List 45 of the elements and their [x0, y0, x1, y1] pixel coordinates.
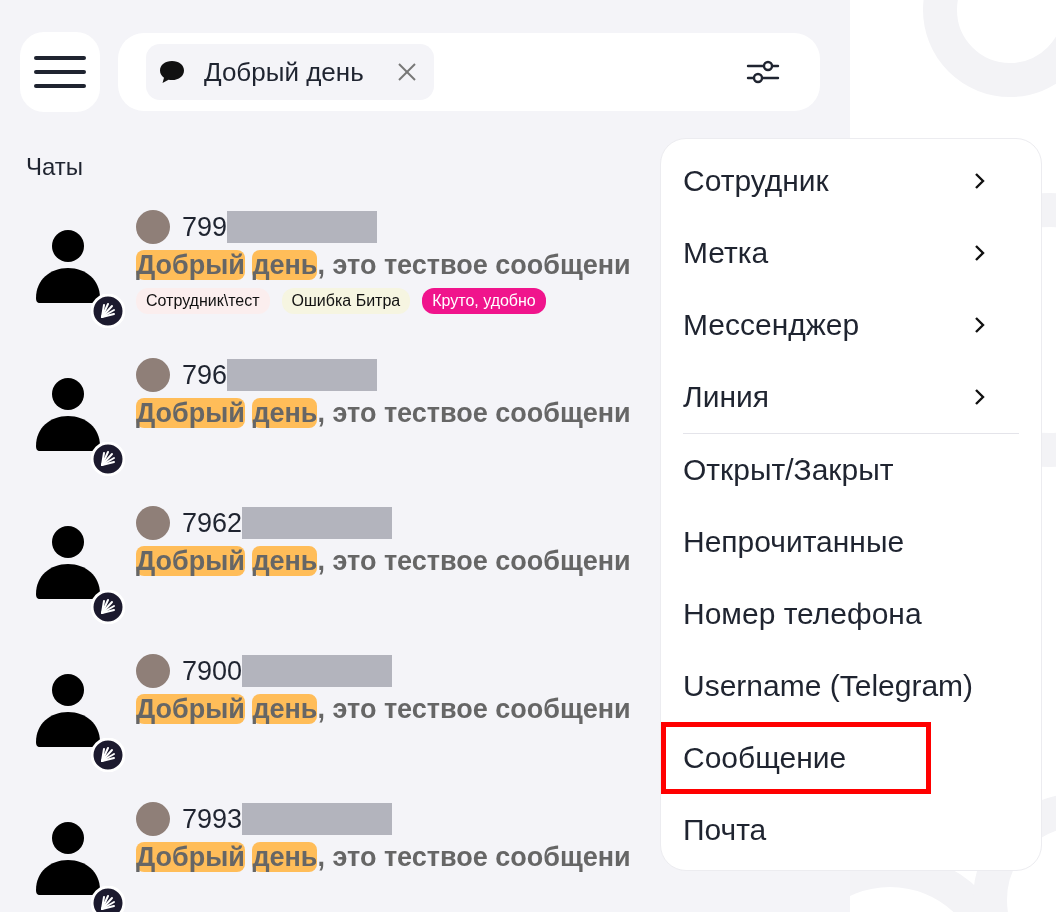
filter-menu-item[interactable]: Линия — [683, 361, 1023, 433]
chat-name: 7962 — [182, 507, 243, 539]
menu-icon — [34, 55, 86, 89]
message-preview: Добрый день, это тествое сообщени — [136, 841, 631, 874]
messenger-badge-icon — [91, 738, 125, 772]
messenger-badge-icon — [91, 590, 125, 624]
chevron-right-icon — [973, 315, 987, 335]
filter-menu-item[interactable]: Непрочитанные — [683, 506, 1023, 578]
photo-placeholder — [136, 358, 170, 392]
chat-name: 799 — [182, 211, 228, 243]
close-icon[interactable] — [395, 61, 418, 83]
chat-bubble-icon — [158, 59, 186, 85]
message-preview: Добрый день, это тествое сообщени — [136, 249, 631, 282]
chevron-right-icon — [973, 387, 987, 407]
photo-placeholder — [136, 210, 170, 244]
filter-sliders-icon[interactable] — [746, 58, 780, 86]
filter-menu-item[interactable]: Сообщение — [661, 722, 931, 794]
filter-menu-item[interactable]: Мессенджер — [683, 289, 1023, 361]
filter-menu-item[interactable]: Номер телефона — [683, 578, 1023, 650]
tag: Круто, удобно — [422, 288, 546, 314]
search-chip[interactable]: Добрый день — [146, 44, 434, 100]
chat-name: 796 — [182, 359, 228, 391]
search-bar[interactable]: Добрый день — [118, 33, 820, 111]
tag: Сотрудник\тест — [136, 288, 270, 314]
search-chip-text: Добрый день — [204, 56, 364, 88]
message-preview: Добрый день, это тествое сообщени — [136, 397, 631, 430]
chevron-right-icon — [973, 171, 987, 191]
chevron-right-icon — [973, 243, 987, 263]
tag: Ошибка Битра — [281, 288, 411, 314]
filter-menu-item[interactable]: Почта — [683, 794, 1023, 866]
filter-menu-item[interactable]: Метка — [683, 217, 1023, 289]
message-preview: Добрый день, это тествое сообщени — [136, 545, 631, 578]
photo-placeholder — [136, 802, 170, 836]
messenger-badge-icon — [91, 442, 125, 476]
filter-menu-item[interactable]: Username (Telegram) — [683, 650, 1023, 722]
filter-menu-item[interactable]: Сотрудник — [683, 145, 1023, 217]
messenger-badge-icon — [91, 294, 125, 328]
chat-name: 7900 — [182, 655, 243, 687]
menu-button[interactable] — [20, 32, 100, 112]
filter-menu-item[interactable]: Открыт/Закрыт — [683, 434, 1023, 506]
photo-placeholder — [136, 506, 170, 540]
section-title: Чаты — [26, 152, 85, 182]
chat-name: 7993 — [182, 803, 243, 835]
message-preview: Добрый день, это тествое сообщени — [136, 693, 631, 726]
photo-placeholder — [136, 654, 170, 688]
